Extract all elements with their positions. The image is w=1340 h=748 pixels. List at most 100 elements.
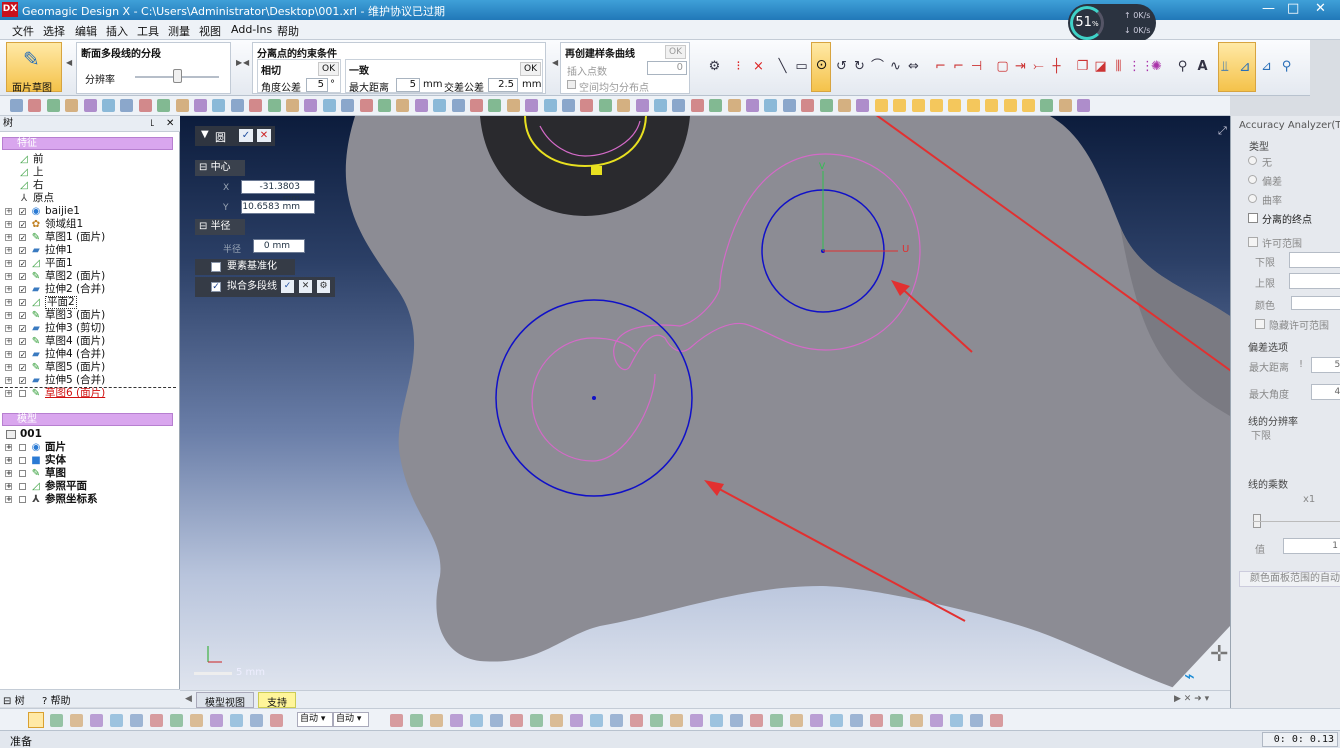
tree-feature-item[interactable]: ◿ 上 [0, 166, 178, 179]
visibility-checkbox[interactable]: ✓ [19, 338, 26, 346]
max-distance-field[interactable]: 50 [1311, 357, 1340, 373]
menu-addins[interactable]: Add-Ins [231, 23, 272, 36]
split-line-icon[interactable]: ⤚ [1030, 58, 1047, 75]
selection-tool-icon[interactable] [910, 714, 923, 727]
rectangle-icon[interactable]: ▭ [793, 58, 810, 75]
selection-tool-icon[interactable] [990, 714, 1003, 727]
selection-tool-icon[interactable] [830, 714, 843, 727]
visibility-checkbox[interactable]: ✓ [19, 312, 26, 320]
spline-ok-button[interactable]: OK [665, 45, 686, 59]
select-rect-button[interactable] [28, 712, 44, 728]
view-tool-icon[interactable] [10, 99, 23, 112]
selection-tool-icon[interactable] [770, 714, 783, 727]
expand-icon[interactable]: + [5, 286, 12, 293]
radius-section[interactable]: ⊟ 半径 [195, 219, 245, 235]
view-tool-icon[interactable] [727, 99, 741, 112]
selection-tool-icon[interactable] [970, 714, 983, 727]
view-tool-icon[interactable] [249, 99, 263, 112]
visibility-checkbox[interactable]: ✓ [19, 273, 26, 281]
constraint-tools-button[interactable]: ⫫ ⊿ [1218, 42, 1256, 92]
rollback-bar[interactable] [0, 387, 176, 388]
menu-file[interactable]: 文件 [12, 23, 34, 39]
selection-tool-icon[interactable] [450, 714, 463, 727]
view-tool-icon[interactable] [782, 99, 796, 112]
view-tool-icon[interactable] [230, 99, 244, 112]
features-section[interactable]: 特征 [2, 137, 173, 150]
tab-scroll-left-icon[interactable]: ◀ [185, 694, 192, 704]
view-tool-icon[interactable] [102, 99, 115, 112]
expand-icon[interactable]: + [5, 457, 12, 464]
tree-model-item[interactable]: + ✎ 草图 [0, 467, 178, 480]
consistent-ok-button[interactable]: OK [520, 62, 541, 76]
selection-tool-icon[interactable] [130, 714, 143, 727]
model-viewport[interactable]: ✛ ⌁ ⤢ U V 5 mm [180, 116, 1230, 690]
viewport-canvas[interactable]: ✛ ⌁ ⤢ [180, 116, 1230, 690]
expand-icon[interactable]: + [5, 247, 12, 254]
selection-tool-icon[interactable] [590, 714, 603, 727]
view-tool-icon[interactable] [65, 99, 79, 112]
visibility-checkbox[interactable]: ✓ [19, 286, 26, 294]
tangent-ok-button[interactable]: OK [318, 62, 339, 76]
view-tool-icon[interactable] [948, 99, 962, 112]
selection-tool-icon[interactable] [890, 714, 903, 727]
tab-help[interactable]: ? 帮助 [42, 692, 71, 707]
selection-tool-icon[interactable] [570, 714, 583, 727]
extend-icon[interactable]: ⇥ [1012, 58, 1029, 75]
view-tool-icon[interactable] [1040, 99, 1054, 112]
view-tool-icon[interactable] [856, 99, 870, 112]
expand-icon[interactable]: + [5, 208, 12, 215]
menu-measure[interactable]: 测量 [168, 23, 190, 39]
visibility-checkbox[interactable]: ✓ [19, 351, 26, 359]
visibility-checkbox[interactable]: ✓ [19, 364, 26, 372]
view-tool-icon[interactable] [911, 99, 925, 112]
view-tool-icon[interactable] [709, 99, 723, 112]
selection-mode-b[interactable]: 自动 ▾ [333, 712, 369, 727]
selection-tool-icon[interactable] [690, 714, 703, 727]
close-button[interactable]: ✕ [1315, 1, 1326, 16]
tree-feature-item[interactable]: + ✓ ▰ 拉伸3 (剪切) [0, 322, 178, 335]
radio-deviation[interactable] [1248, 175, 1257, 184]
cancel-icon[interactable]: ✕ [257, 129, 271, 142]
arc-icon[interactable]: ↺ [833, 58, 850, 75]
center-x-input[interactable]: -31.3803 mm [241, 180, 315, 204]
expand-icon[interactable]: + [5, 325, 12, 332]
visibility-checkbox[interactable] [19, 457, 26, 464]
selection-tool-icon[interactable] [810, 714, 823, 727]
tree-feature-item[interactable]: ◿ 前 [0, 153, 178, 166]
color-swatch[interactable] [1291, 296, 1340, 310]
polyline-icon[interactable]: ⇔ [905, 58, 922, 75]
delete-point-icon[interactable]: × [750, 58, 767, 75]
selection-tool-icon[interactable] [530, 714, 543, 727]
expand-icon[interactable]: + [5, 390, 12, 397]
selection-tool-icon[interactable] [870, 714, 883, 727]
tree-feature-item[interactable]: + ✓ ✎ 草图5 (面片) [0, 361, 178, 374]
expand-icon[interactable]: + [5, 312, 12, 319]
menu-insert[interactable]: 插入 [106, 23, 128, 39]
tree-feature-item[interactable]: + ✓ ✎ 草图2 (面片) [0, 270, 178, 283]
text-icon[interactable]: A [1194, 58, 1211, 75]
ok-icon[interactable]: ✓ [239, 129, 253, 142]
expand-icon[interactable]: + [5, 260, 12, 267]
expand-icon[interactable]: + [5, 351, 12, 358]
view-tool-icon[interactable] [488, 99, 502, 112]
visibility-checkbox[interactable] [19, 470, 26, 477]
selection-tool-icon[interactable] [630, 714, 643, 727]
expand-icon[interactable]: + [5, 234, 12, 241]
visibility-checkbox[interactable]: ✓ [19, 377, 26, 385]
tree-feature-item[interactable]: + ✓ ▰ 拉伸1 [0, 244, 178, 257]
tree-close-icon[interactable]: ✕ [166, 116, 174, 132]
expand-icon[interactable]: + [5, 338, 12, 345]
maximize-button[interactable]: □ [1287, 1, 1299, 16]
convert-icon[interactable]: ❐ [1074, 58, 1091, 75]
project-icon[interactable]: ◪ [1092, 58, 1109, 75]
selection-mode-a[interactable]: 自动 ▾ [297, 712, 333, 727]
selection-tool-icon[interactable] [210, 714, 223, 727]
uniform-points-checkbox[interactable] [567, 80, 576, 89]
selection-tool-icon[interactable] [430, 714, 443, 727]
view-tool-icon[interactable] [893, 99, 907, 112]
selection-tool-icon[interactable] [930, 714, 943, 727]
selection-tool-icon[interactable] [110, 714, 123, 727]
selection-tool-icon[interactable] [150, 714, 163, 727]
selection-tool-icon[interactable] [790, 714, 803, 727]
expand-icon[interactable]: + [5, 299, 12, 306]
